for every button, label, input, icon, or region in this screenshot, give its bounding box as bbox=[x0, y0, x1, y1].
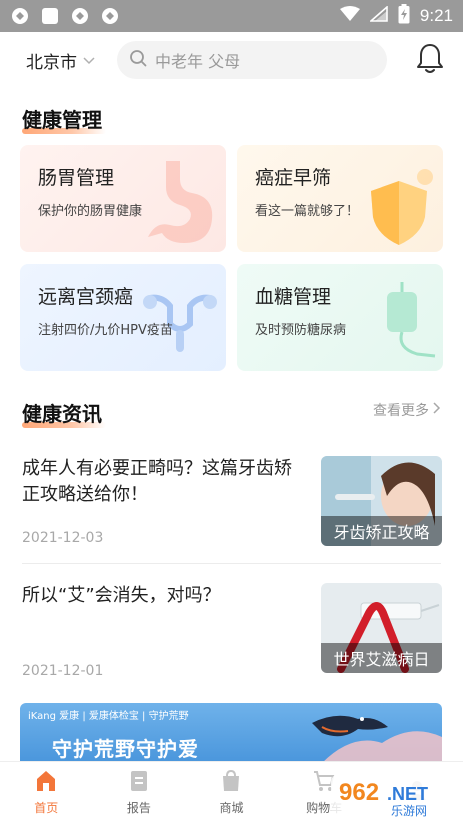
card-cervical-cancer[interactable]: 远离宫颈癌 注射四价/九价HPV疫苗 bbox=[20, 264, 226, 371]
chevron-right-icon bbox=[433, 402, 441, 418]
bell-icon bbox=[416, 42, 444, 78]
news-title: 成年人有必要正畸吗？这篇牙齿矫正攻略送给你！ bbox=[22, 458, 292, 505]
header: 北京市 中老年 父母 bbox=[0, 32, 463, 88]
status-time: 9:21 bbox=[419, 6, 453, 25]
battery-icon bbox=[398, 3, 410, 29]
chevron-down-icon bbox=[83, 50, 95, 70]
news-item[interactable]: 成年人有必要正畸吗？这篇牙齿矫正攻略送给你！ 2021-12-03 牙齿矫正攻略 bbox=[0, 456, 463, 566]
signal-icon bbox=[368, 4, 388, 27]
home-icon bbox=[34, 769, 58, 793]
city-label: 北京市 bbox=[26, 52, 77, 73]
card-subtitle: 看这一篇就够了！ bbox=[255, 204, 360, 219]
bird-illustration bbox=[292, 703, 442, 763]
banner-brand: iKang 爱康 | 爱康体检宝 | 守护荒野 bbox=[28, 711, 189, 722]
wifi-icon bbox=[339, 5, 360, 27]
status-bar: 9:21 bbox=[0, 0, 463, 32]
thumbnail-caption: 牙齿矫正攻略 bbox=[321, 516, 442, 546]
divider bbox=[22, 563, 441, 564]
news-date: 2021-12-03 bbox=[22, 530, 104, 546]
app-notification-icon bbox=[10, 6, 30, 26]
notification-bell-button[interactable] bbox=[415, 43, 445, 77]
card-blood-sugar[interactable]: 血糖管理 及时预防糖尿病 bbox=[237, 264, 443, 371]
promo-banner[interactable]: iKang 爱康 | 爱康体检宝 | 守护荒野 守护荒野守护爱 bbox=[20, 703, 442, 763]
search-icon bbox=[129, 49, 147, 71]
news-item[interactable]: 所以“艾”会消失，对吗？ 2021-12-01 世界艾滋病日 bbox=[0, 583, 463, 693]
shopping-bag-icon bbox=[219, 769, 243, 793]
tab-label: 商城 bbox=[219, 801, 244, 815]
card-title: 癌症早筛 bbox=[255, 167, 332, 189]
view-more-link[interactable]: 查看更多 bbox=[373, 400, 441, 420]
news-title: 所以“艾”会消失，对吗？ bbox=[22, 585, 221, 606]
tab-home[interactable]: 首页 bbox=[0, 762, 93, 823]
app-notification-icon bbox=[70, 6, 90, 26]
svg-text:.NET: .NET bbox=[387, 784, 428, 804]
svg-text:乐游网: 乐游网 bbox=[391, 804, 427, 818]
svg-text:962: 962 bbox=[339, 779, 379, 806]
section-title-health-news: 健康资讯 bbox=[22, 398, 106, 428]
search-placeholder: 中老年 父母 bbox=[155, 52, 241, 71]
card-subtitle: 及时预防糖尿病 bbox=[255, 323, 347, 338]
watermark-logo: 962 .NET 乐游网 bbox=[329, 770, 459, 822]
tab-label: 报告 bbox=[126, 801, 151, 815]
report-icon bbox=[127, 769, 151, 793]
card-subtitle: 注射四价/九价HPV疫苗 bbox=[38, 323, 173, 338]
search-bar[interactable]: 中老年 父母 bbox=[117, 41, 387, 79]
section-title-health-management: 健康管理 bbox=[22, 104, 106, 134]
card-gut-management[interactable]: 肠胃管理 保护你的肠胃健康 bbox=[20, 145, 226, 252]
app-notification-icon bbox=[100, 6, 120, 26]
card-title: 远离宫颈癌 bbox=[38, 286, 134, 308]
news-thumbnail: 牙齿矫正攻略 bbox=[321, 456, 442, 546]
tab-report[interactable]: 报告 bbox=[93, 762, 186, 823]
card-subtitle: 保护你的肠胃健康 bbox=[38, 204, 143, 219]
card-title: 血糖管理 bbox=[255, 286, 332, 308]
tab-mall[interactable]: 商城 bbox=[185, 762, 278, 823]
view-more-label: 查看更多 bbox=[373, 403, 429, 419]
banner-slogan: 守护荒野守护爱 bbox=[52, 737, 199, 761]
news-date: 2021-12-01 bbox=[22, 663, 104, 679]
card-cancer-screening[interactable]: 癌症早筛 看这一篇就够了！ bbox=[237, 145, 443, 252]
news-thumbnail: 世界艾滋病日 bbox=[321, 583, 442, 673]
thumbnail-caption: 世界艾滋病日 bbox=[321, 643, 442, 673]
card-title: 肠胃管理 bbox=[38, 167, 115, 189]
city-selector[interactable]: 北京市 bbox=[26, 48, 95, 73]
app-notification-icon bbox=[40, 6, 60, 26]
tab-label: 首页 bbox=[34, 801, 59, 815]
